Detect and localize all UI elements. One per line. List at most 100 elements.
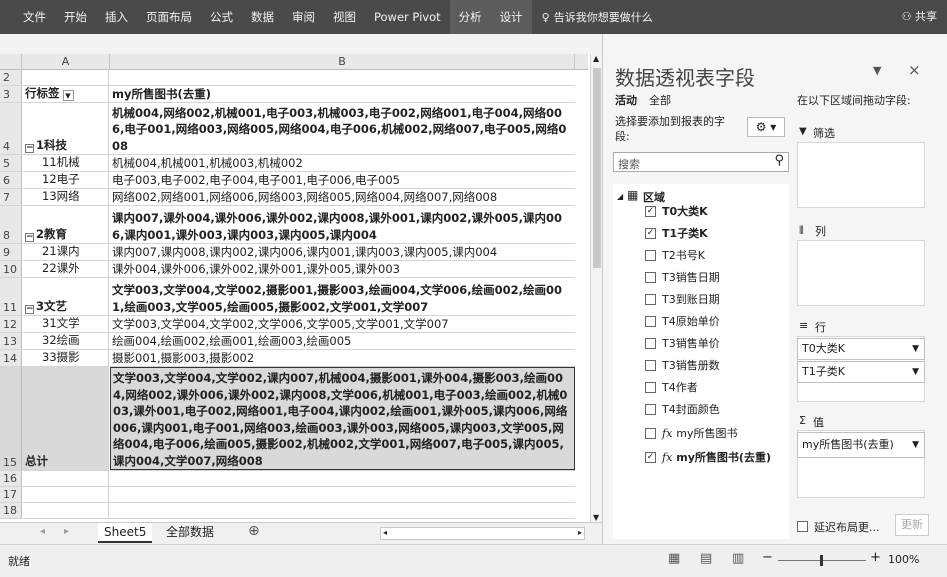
- field-item[interactable]: ✓ T0大类K: [645, 200, 708, 222]
- cell-b[interactable]: [110, 70, 575, 85]
- cell-b[interactable]: 文学003,文学004,文学002,文学006,文学005,文学001,文学00…: [110, 316, 575, 332]
- checkbox-icon[interactable]: [645, 315, 656, 327]
- checkbox-icon[interactable]: [645, 427, 656, 439]
- tab-design[interactable]: 设计: [490, 0, 532, 34]
- checkbox-checked-icon[interactable]: ✓: [645, 205, 656, 217]
- cell-a[interactable]: [22, 70, 109, 85]
- pane-options-icon[interactable]: ▼: [873, 64, 881, 77]
- zoom-level[interactable]: 100%: [888, 553, 919, 566]
- field-item[interactable]: T3到账日期: [645, 288, 720, 310]
- values-field-chip[interactable]: my所售图书(去重) ▼: [797, 432, 925, 458]
- tell-me-box[interactable]: ♀ 告诉我你想要做什么: [542, 9, 653, 25]
- cell-b[interactable]: [110, 487, 575, 502]
- field-item[interactable]: T4封面颜色: [645, 398, 720, 420]
- cell-b[interactable]: 网络002,网络001,网络006,网络003,网络005,网络004,网络00…: [110, 189, 575, 205]
- scroll-right-arrow-icon[interactable]: ▸: [578, 528, 582, 537]
- cell-b[interactable]: 机械004,机械001,机械003,机械002: [110, 155, 575, 171]
- rows-field-chip[interactable]: T1子类K ▼: [797, 361, 925, 383]
- tab-data[interactable]: 数据: [242, 0, 283, 34]
- cell-a[interactable]: 12电子: [22, 172, 109, 188]
- field-item[interactable]: T4原始单价: [645, 310, 720, 332]
- field-item[interactable]: fx my所售图书: [645, 422, 738, 444]
- cell-b[interactable]: 课外004,课外006,课外002,课外001,课外005,课外003: [110, 261, 575, 277]
- cell-b[interactable]: 绘画004,绘画002,绘画001,绘画003,绘画005: [110, 333, 575, 349]
- cell-a[interactable]: − 1科技: [22, 103, 109, 154]
- checkbox-icon[interactable]: [645, 249, 656, 261]
- tab-home[interactable]: 开始: [55, 0, 96, 34]
- sheet-tab-sheet5[interactable]: Sheet5: [98, 523, 153, 543]
- cell-a[interactable]: 总计: [22, 367, 109, 470]
- update-button[interactable]: 更新: [895, 514, 929, 536]
- select-all-corner[interactable]: [0, 54, 22, 70]
- tab-page-layout[interactable]: 页面布局: [137, 0, 201, 34]
- row-number[interactable]: 3: [0, 86, 22, 102]
- add-sheet-icon[interactable]: ⊕: [248, 523, 260, 539]
- checkbox-icon[interactable]: [645, 403, 656, 415]
- cell-b[interactable]: 机械004,网络002,机械001,电子003,机械003,电子002,网络00…: [110, 103, 575, 154]
- cell-b[interactable]: [110, 471, 575, 486]
- scroll-down-arrow-icon[interactable]: ▼: [593, 513, 599, 522]
- cell-b[interactable]: [110, 503, 575, 518]
- row-number[interactable]: 6: [0, 172, 22, 188]
- collapse-icon[interactable]: −: [25, 305, 34, 314]
- tab-insert[interactable]: 插入: [96, 0, 137, 34]
- row-number[interactable]: 7: [0, 189, 22, 205]
- tab-file[interactable]: 文件: [14, 0, 55, 34]
- share-button[interactable]: ⚇ 共享: [902, 0, 937, 34]
- cell-b[interactable]: 文学003,文学004,文学002,摄影001,摄影003,绘画004,文学00…: [110, 278, 575, 315]
- row-number[interactable]: 12: [0, 316, 22, 332]
- cell-a[interactable]: 33摄影: [22, 350, 109, 366]
- cell-a[interactable]: 11机械: [22, 155, 109, 171]
- scroll-thumb[interactable]: [593, 68, 601, 268]
- cell-a[interactable]: [22, 487, 109, 502]
- collapse-icon[interactable]: −: [25, 233, 34, 242]
- field-item[interactable]: T3销售册数: [645, 354, 720, 376]
- scroll-left-arrow-icon[interactable]: ◂: [383, 528, 387, 537]
- cell-a[interactable]: 22课外: [22, 261, 109, 277]
- cell-a[interactable]: − 2教育: [22, 206, 109, 243]
- row-number[interactable]: 17: [0, 487, 22, 502]
- field-item[interactable]: ✓ T1子类K: [645, 222, 708, 244]
- checkbox-checked-icon[interactable]: ✓: [645, 227, 656, 239]
- tab-scroll-right-icon[interactable]: ▸: [64, 526, 69, 537]
- col-header-b[interactable]: B: [110, 54, 575, 70]
- field-settings-button[interactable]: ⚙ ▾: [747, 117, 785, 137]
- cell-b[interactable]: 课内007,课内008,课内002,课内006,课内001,课内003,课内00…: [110, 244, 575, 260]
- page-break-view-icon[interactable]: ▥: [732, 551, 744, 566]
- row-number[interactable]: 5: [0, 155, 22, 171]
- field-item[interactable]: T3销售日期: [645, 266, 720, 288]
- tab-analyze[interactable]: 分析: [449, 0, 491, 34]
- row-number[interactable]: 11: [0, 278, 22, 315]
- cell-a[interactable]: 32绘画: [22, 333, 109, 349]
- tab-all-fields[interactable]: 全部: [649, 92, 671, 108]
- cell-a[interactable]: − 3文艺: [22, 278, 109, 315]
- row-number[interactable]: 14: [0, 350, 22, 366]
- cell-b[interactable]: 文学003,文学004,文学002,课内007,机械004,摄影001,课外00…: [110, 367, 575, 470]
- tab-active-fields[interactable]: 活动: [615, 92, 637, 108]
- checkbox-icon[interactable]: [645, 359, 656, 371]
- checkbox-checked-icon[interactable]: ✓: [645, 451, 656, 463]
- cell-a[interactable]: 31文学: [22, 316, 109, 332]
- columns-zone[interactable]: [797, 240, 925, 306]
- rows-field-chip[interactable]: T0大类K ▼: [797, 338, 925, 360]
- worksheet-grid[interactable]: 2 3 行标签 ▼ my所售图书(去重) 4 − 1科技 机械004,网络002…: [0, 70, 588, 522]
- tab-formulas[interactable]: 公式: [201, 0, 242, 34]
- checkbox-icon[interactable]: [645, 337, 656, 349]
- expand-triangle-icon[interactable]: ◢: [617, 192, 623, 201]
- checkbox-icon[interactable]: [645, 293, 656, 305]
- normal-view-icon[interactable]: ▦: [668, 551, 680, 566]
- defer-update-checkbox[interactable]: [797, 521, 808, 532]
- cell-a[interactable]: 行标签 ▼: [22, 86, 109, 102]
- cell-a[interactable]: 21课内: [22, 244, 109, 260]
- zoom-in-icon[interactable]: +: [870, 550, 881, 565]
- checkbox-icon[interactable]: [645, 271, 656, 283]
- vertical-scrollbar[interactable]: ▲ ▼: [590, 54, 602, 522]
- cell-b[interactable]: my所售图书(去重): [110, 86, 575, 102]
- tab-view[interactable]: 视图: [324, 0, 365, 34]
- row-number[interactable]: 8: [0, 206, 22, 243]
- field-item[interactable]: T3销售单价: [645, 332, 720, 354]
- row-number[interactable]: 4: [0, 103, 22, 154]
- row-number[interactable]: 15: [0, 367, 22, 470]
- horizontal-scrollbar[interactable]: ◂ ▸: [380, 527, 585, 540]
- close-icon[interactable]: ×: [908, 61, 921, 79]
